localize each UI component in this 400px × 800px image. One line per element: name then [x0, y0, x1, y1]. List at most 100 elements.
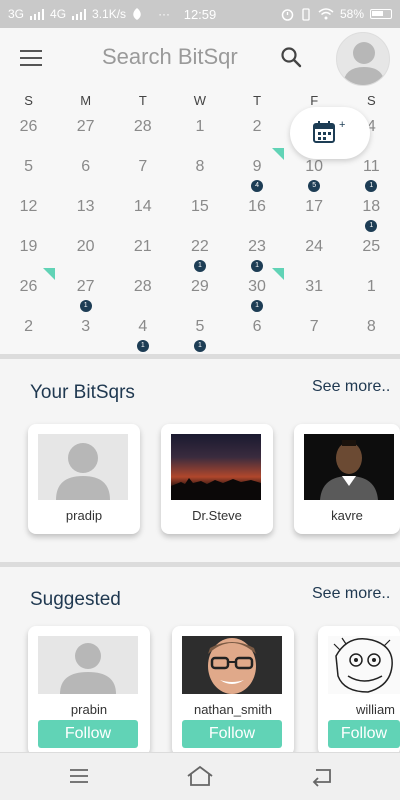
day-number: 1 [195, 118, 205, 135]
home-icon[interactable] [186, 765, 214, 787]
signal-icon [30, 8, 45, 20]
calendar-day[interactable]: 2 [0, 314, 57, 354]
calendar-day[interactable]: 14 [114, 194, 171, 234]
suggested-card[interactable]: prabin Follow [28, 626, 150, 756]
calendar-day[interactable]: 30 1 [229, 268, 286, 314]
bitsqr-card[interactable]: pradip [28, 424, 140, 534]
calendar-day[interactable]: 6 [57, 154, 114, 194]
calendar-day[interactable]: 8 [343, 314, 400, 354]
menu-icon[interactable] [68, 765, 90, 787]
calendar-day[interactable]: 41 [114, 314, 171, 354]
calendar-day[interactable]: 6 [229, 314, 286, 354]
calendar-day[interactable]: 12 [0, 194, 57, 234]
day-number: 11 [363, 158, 380, 175]
calendar-day[interactable]: 3 [57, 314, 114, 354]
day-number: 3 [81, 318, 91, 335]
day-number: 9 [252, 158, 262, 175]
calendar: SMTWTFS262728123456789410511112131415161… [0, 88, 400, 354]
follow-button[interactable]: Follow [328, 720, 400, 748]
search-icon[interactable] [280, 46, 302, 68]
calendar-day[interactable]: 7 [114, 154, 171, 194]
sketch-face-photo [328, 636, 400, 694]
more-indicator: ··· [158, 7, 171, 21]
day-number: 29 [191, 278, 209, 295]
suggested-name: william [356, 702, 395, 717]
calendar-day[interactable]: 5 [0, 154, 57, 194]
sunset-photo [171, 434, 261, 500]
hamburger-menu-icon[interactable] [20, 50, 42, 66]
network-label: 3G [8, 7, 25, 21]
weekday-label: T [253, 93, 262, 108]
calendar-day[interactable]: 11 1 [343, 154, 400, 194]
day-number: 31 [305, 278, 324, 295]
calendar-day[interactable]: 21 [114, 234, 171, 274]
suggested-card[interactable]: nathan_smith Follow [172, 626, 294, 756]
alarm-icon [281, 8, 294, 21]
vibrate-icon [302, 7, 310, 21]
your-bitsqrs-title: Your BitSqrs [30, 382, 135, 403]
calendar-day[interactable]: 28 [114, 274, 171, 314]
your-bitsqrs-see-more-link[interactable]: See more.. [312, 378, 390, 396]
calendar-day[interactable]: 10 5 [286, 154, 343, 194]
calendar-day[interactable]: 27 1 [57, 274, 114, 314]
day-number: 16 [248, 198, 266, 215]
system-nav-bar [0, 752, 400, 800]
day-number: 10 [305, 158, 324, 175]
calendar-day[interactable]: 26 [0, 114, 57, 154]
calendar-day[interactable]: 26 [0, 268, 57, 314]
calendar-day[interactable]: 18 1 [343, 194, 400, 234]
calendar-day[interactable]: 20 [57, 234, 114, 274]
suggested-card[interactable]: william Follow [318, 626, 400, 756]
calendar-day[interactable]: 28 [114, 114, 171, 154]
calendar-day[interactable]: 16 [229, 194, 286, 234]
calendar-day[interactable]: 1 [171, 114, 228, 154]
search-field[interactable]: Search BitSqr [102, 44, 238, 70]
follow-button[interactable]: Follow [38, 720, 138, 748]
default-avatar-icon [38, 636, 138, 694]
suggested-see-more-link[interactable]: See more.. [312, 585, 390, 603]
calendar-day[interactable]: 13 [57, 194, 114, 234]
day-number: 8 [195, 158, 205, 175]
calendar-day[interactable]: 1 [343, 274, 400, 314]
back-icon[interactable] [310, 765, 334, 787]
follow-button[interactable]: Follow [182, 720, 282, 748]
calendar-day[interactable]: 17 [286, 194, 343, 234]
day-number: 2 [24, 318, 34, 335]
battery-percent: 58% [339, 7, 364, 21]
battery-icon [370, 9, 392, 19]
day-number: 5 [195, 318, 205, 335]
person-photo [304, 434, 394, 500]
wifi-icon [318, 8, 334, 20]
calendar-day[interactable]: 31 [286, 274, 343, 314]
data-speed: 3.1K/s [92, 7, 127, 21]
calendar-day[interactable]: 7 [286, 314, 343, 354]
bitsqr-name: pradip [65, 508, 103, 523]
section-divider [0, 562, 400, 567]
calendar-day[interactable]: 29 [171, 274, 228, 314]
signal-icon-2 [72, 8, 87, 20]
weekday-label: S [24, 93, 33, 108]
calendar-day[interactable]: 25 [343, 234, 400, 274]
profile-avatar-button[interactable] [336, 32, 390, 86]
event-count-badge: 5 [308, 180, 321, 192]
suggested-name: nathan_smith [193, 702, 273, 717]
weekday-label: T [138, 93, 147, 108]
event-count-badge: 1 [251, 300, 264, 312]
calendar-day[interactable]: 24 [286, 234, 343, 274]
bitsqr-card[interactable]: Dr.Steve [161, 424, 273, 534]
bitsqr-card[interactable]: kavre [294, 424, 400, 534]
calendar-add-icon: + [313, 119, 345, 143]
calendar-day[interactable]: 94 [229, 148, 286, 194]
add-event-button[interactable]: + [290, 107, 370, 159]
day-number: 23 [248, 238, 266, 255]
calendar-day[interactable]: 51 [171, 314, 228, 354]
default-avatar-icon [38, 434, 128, 500]
calendar-day[interactable]: 15 [171, 194, 228, 234]
calendar-day[interactable]: 27 [57, 114, 114, 154]
section-divider [0, 354, 400, 359]
event-count-badge: 1 [193, 260, 206, 272]
svg-text:+: + [339, 119, 345, 131]
calendar-day[interactable]: 8 [171, 154, 228, 194]
calendar-day[interactable]: 22 1 [171, 234, 228, 274]
day-number: 27 [76, 278, 95, 295]
